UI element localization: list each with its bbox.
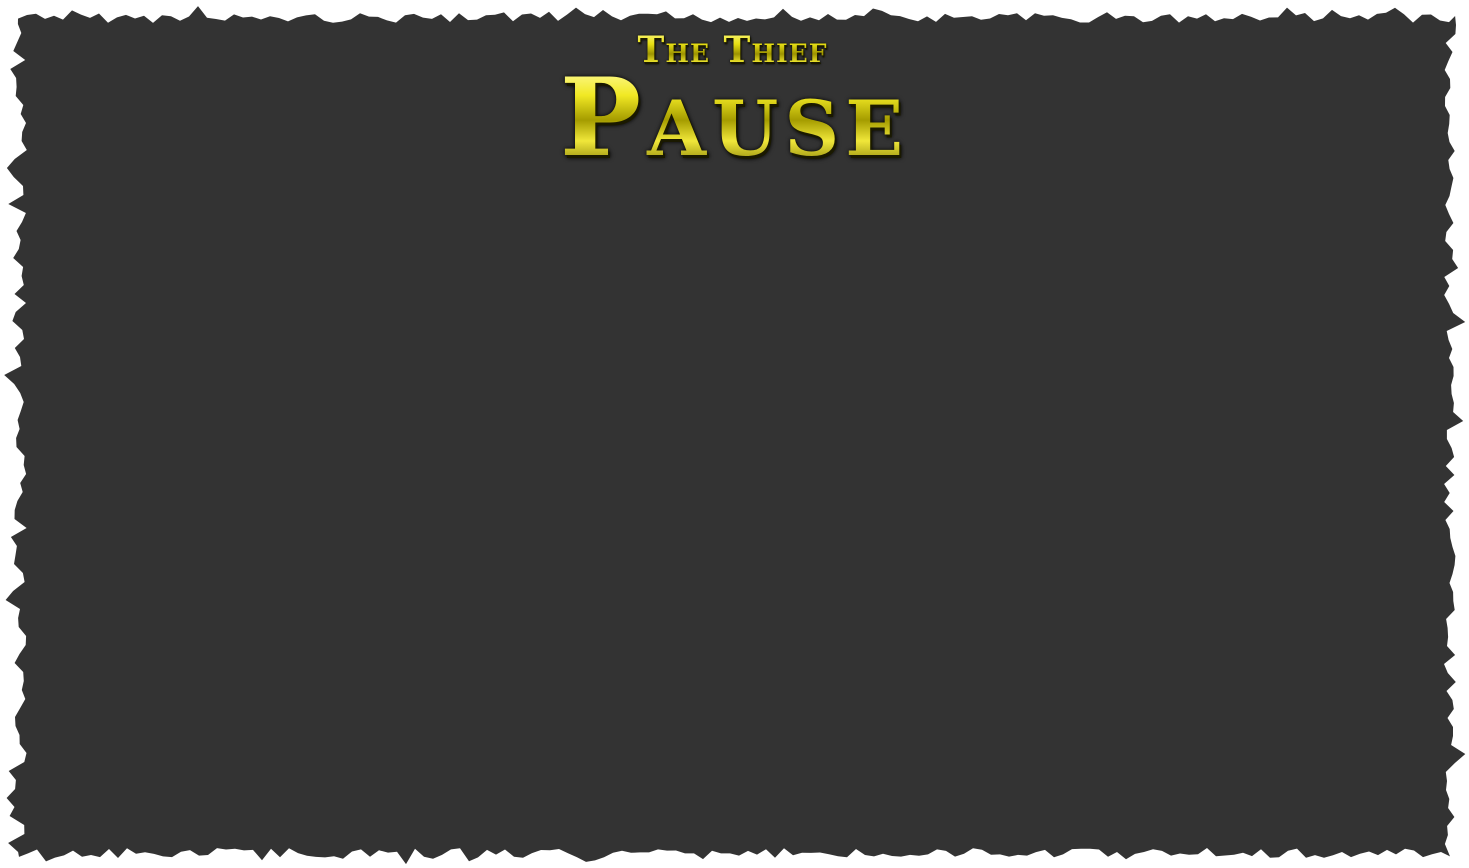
pause-title: Pause [0,64,1469,172]
pause-header: The Thief Pause [0,30,1469,172]
pause-screen: The Thief Pause [0,0,1469,868]
